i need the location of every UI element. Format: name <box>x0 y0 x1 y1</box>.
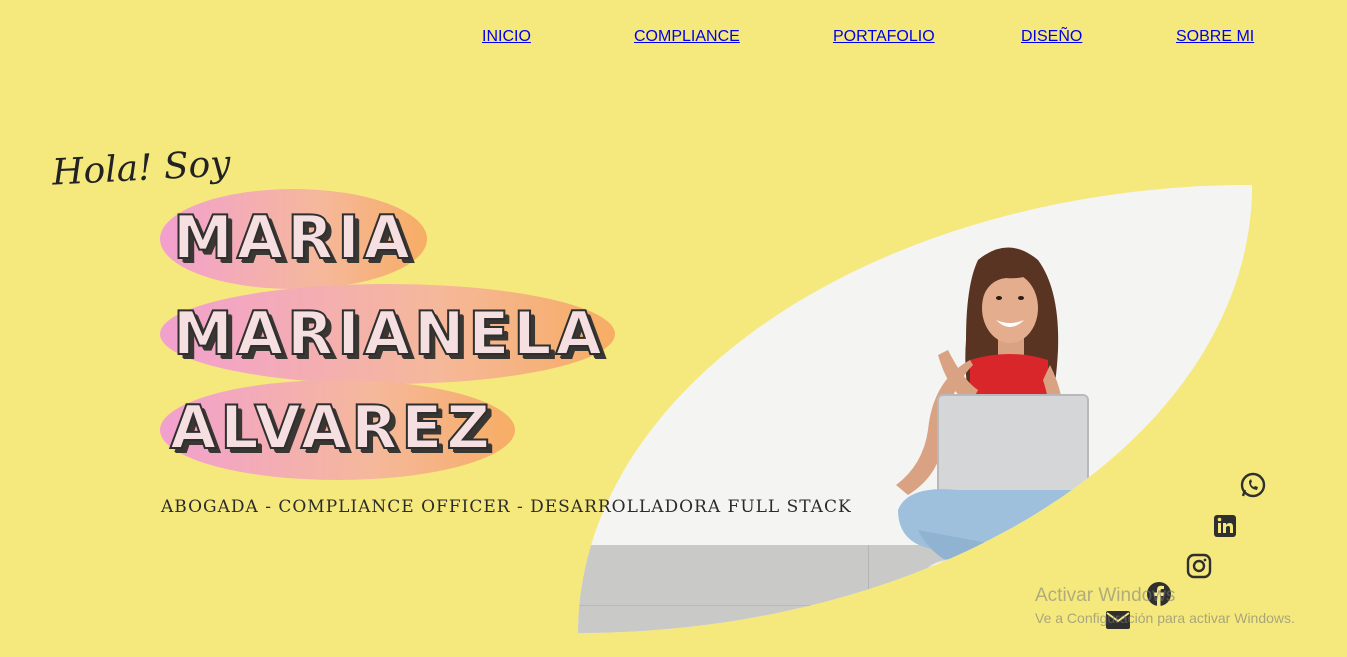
nav-item-portafolio[interactable]: PORTAFOLIO <box>833 28 935 46</box>
name-line-middle: MARIANELA <box>172 298 606 370</box>
whatsapp-icon[interactable] <box>1239 471 1267 499</box>
nav-item-compliance[interactable]: COMPLIANCE <box>634 28 740 46</box>
nav-item-inicio[interactable]: INICIO <box>482 28 531 46</box>
greeting-text: Hola! Soy <box>51 143 232 194</box>
windows-activation-message: Ve a Configuración para activar Windows. <box>1035 610 1295 626</box>
woman-with-laptop-illustration <box>896 247 1133 588</box>
instagram-icon[interactable] <box>1185 552 1213 580</box>
name-line-first: MARIA <box>172 202 415 274</box>
name-line-last: ALVAREZ <box>169 392 494 464</box>
linkedin-icon[interactable] <box>1211 512 1239 540</box>
windows-activation-title: Activar Windows <box>1035 585 1176 606</box>
hero-subtitle: ABOGADA - COMPLIANCE OFFICER - DESARROLL… <box>161 497 852 517</box>
hero-photo <box>578 185 1252 633</box>
nav-item-diseno[interactable]: DISEÑO <box>1021 28 1082 46</box>
nav-item-sobre-mi[interactable]: SOBRE MI <box>1176 28 1254 46</box>
